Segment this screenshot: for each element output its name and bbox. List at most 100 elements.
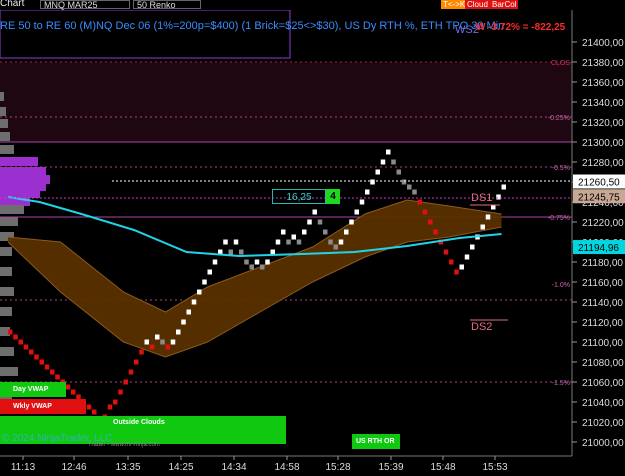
renko-brick: [44, 364, 50, 370]
renko-brick: [496, 194, 501, 200]
chart-info-line: RE 50 to RE 60 (M)NQ Dec 06 (1%=200p=$40…: [0, 20, 505, 32]
volume-bar: [0, 189, 40, 198]
renko-brick: [396, 169, 401, 175]
renko-brick: [197, 289, 202, 295]
percent-level-label: -1.5%: [552, 380, 570, 387]
ds2-label: DS2: [471, 321, 493, 333]
renko-brick: [302, 229, 307, 235]
renko-brick: [480, 224, 485, 230]
renko-brick: [270, 249, 275, 255]
renko-brick: [123, 379, 128, 385]
renko-brick: [365, 189, 370, 195]
renko-brick: [34, 354, 39, 360]
renko-brick: [443, 249, 449, 255]
renko-chart[interactable]: 21400,00 21380,00 21360,00 21340,00 21320,00…: [0, 10, 625, 476]
time-tick-label: 15:48: [430, 462, 455, 473]
renko-brick: [407, 184, 412, 190]
brick-count-box: 4: [326, 189, 340, 204]
renko-brick: [181, 319, 186, 325]
renko-brick: [375, 169, 380, 175]
renko-brick: [65, 384, 71, 390]
volume-bar: [0, 247, 12, 256]
renko-brick: [207, 269, 212, 275]
time-tick-label: 11:13: [11, 462, 36, 473]
renko-brick: [18, 339, 23, 345]
renko-brick: [260, 264, 265, 270]
price-tick-label: 21280,00: [582, 158, 624, 169]
renko-brick: [275, 239, 281, 245]
percent-level-label: -0.5%: [552, 165, 570, 172]
instrument-selector[interactable]: MNQ MAR25: [40, 0, 130, 10]
volume-bar: [0, 287, 14, 296]
price-tick-label: 21400,00: [582, 38, 624, 49]
renko-brick: [191, 299, 197, 305]
profile-shaded-zone: [0, 62, 572, 142]
renko-brick: [228, 249, 233, 255]
renko-brick: [359, 199, 365, 205]
volume-bar: [0, 167, 46, 176]
us-rth-or-tag: US RTH OR: [352, 434, 400, 449]
price-tick-label: 21380,00: [582, 58, 624, 69]
volume-bar: [0, 367, 18, 376]
price-tick-label: 21180,00: [582, 258, 623, 269]
barcol-toggle-button[interactable]: BarCol: [490, 0, 519, 9]
tk-toggle-button[interactable]: T<->K: [441, 0, 468, 9]
renko-brick: [391, 159, 396, 165]
bar-type-selector[interactable]: 50 Renko: [133, 0, 201, 10]
price-tick-label: 21100,00: [582, 338, 623, 349]
price-tick-label: 21000,00: [582, 438, 624, 449]
renko-brick: [186, 309, 191, 315]
renko-brick: [333, 244, 338, 250]
renko-brick: [501, 184, 506, 190]
renko-brick: [71, 389, 76, 395]
renko-brick: [160, 339, 165, 345]
volume-bar: [0, 132, 10, 141]
renko-brick: [239, 249, 244, 255]
renko-brick: [86, 404, 92, 410]
price-tick-label: 21080,00: [582, 358, 624, 369]
renko-brick: [317, 219, 323, 225]
renko-brick: [212, 259, 218, 265]
renko-brick: [50, 369, 55, 375]
renko-brick: [449, 259, 454, 265]
renko-brick: [39, 359, 44, 365]
renko-brick: [149, 344, 155, 350]
price-tick-label: 21300,00: [582, 138, 624, 149]
renko-brick: [128, 369, 134, 375]
renko-brick: [29, 349, 34, 355]
renko-brick: [323, 229, 328, 235]
chart-toolbar: Chart MNQ MAR25 50 Renko T<->K Cloud Bar…: [0, 0, 625, 10]
percent-level-label: -1.0%: [552, 282, 570, 289]
renko-brick: [92, 409, 97, 415]
volume-bar: [0, 217, 18, 226]
percent-level-label: -0.25%: [548, 115, 570, 122]
price-tick-label: 21060,00: [582, 378, 624, 389]
renko-brick: [464, 254, 470, 260]
renko-brick: [249, 264, 254, 270]
percent-level-label: CLOS: [551, 60, 570, 67]
renko-brick: [139, 349, 144, 355]
renko-brick: [55, 374, 60, 380]
chart-menu-label[interactable]: Chart: [0, 0, 24, 9]
price-marker-label: 21194,96: [578, 243, 619, 254]
day-vwap-tag: Day VWAP: [0, 382, 66, 397]
volume-bar: [0, 119, 8, 128]
wkly-vwap-tag: Wkly VWAP: [0, 399, 86, 414]
volume-bar: [0, 145, 14, 154]
time-tick-label: 13:35: [115, 462, 140, 473]
time-tick-label: 14:34: [221, 462, 246, 473]
renko-brick: [417, 199, 422, 205]
volume-bar: [0, 92, 4, 101]
renko-brick: [349, 219, 354, 225]
volume-bar: [0, 307, 12, 316]
renko-brick: [281, 229, 286, 235]
price-tick-label: 21120,00: [582, 318, 623, 329]
renko-brick: [338, 239, 344, 245]
percent-level-label: -0.75%: [548, 215, 570, 222]
time-tick-label: 15:39: [378, 462, 403, 473]
renko-brick: [380, 159, 386, 165]
renko-brick: [134, 359, 139, 365]
price-tick-label: 21340,00: [582, 98, 624, 109]
cloud-toggle-button[interactable]: Cloud: [465, 0, 490, 9]
renko-brick: [233, 239, 239, 245]
